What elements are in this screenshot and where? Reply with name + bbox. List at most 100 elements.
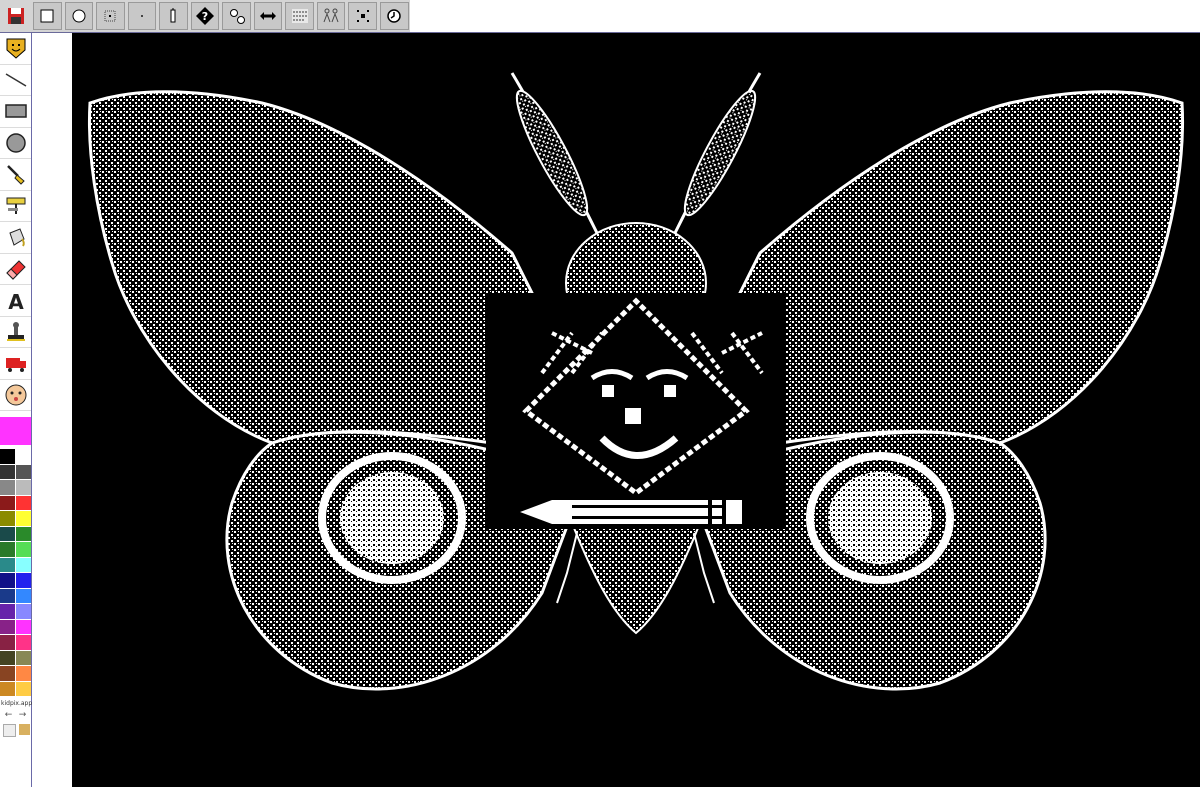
square-icon <box>40 9 54 23</box>
swap-button[interactable] <box>253 2 283 30</box>
option-paint-icon[interactable] <box>19 724 30 735</box>
palette-swatch[interactable] <box>0 619 15 634</box>
dotted-square-button[interactable] <box>96 2 125 30</box>
bug-icon <box>170 8 176 23</box>
paint-bucket-icon <box>8 228 25 247</box>
palette-swatch[interactable] <box>16 542 31 557</box>
moth-drawing <box>88 72 1184 691</box>
rectangle-icon <box>4 104 27 118</box>
palette-swatch[interactable] <box>0 588 15 603</box>
right-forewing <box>718 90 1184 445</box>
palette-swatch[interactable] <box>16 619 31 634</box>
two-circles-icon <box>229 9 245 24</box>
small-dot-icon <box>140 15 143 17</box>
palette-swatch[interactable] <box>16 526 31 541</box>
prev-arrow-button[interactable]: ← <box>3 710 14 721</box>
option-box-icon[interactable] <box>3 724 16 737</box>
app-label: kidpix.app <box>1 700 33 707</box>
save-button[interactable] <box>1 2 30 30</box>
undo-button[interactable] <box>380 2 409 30</box>
palette-swatch[interactable] <box>0 666 15 681</box>
tool-roller[interactable] <box>0 191 31 222</box>
palette-swatch[interactable] <box>16 557 31 572</box>
option-row <box>0 724 31 737</box>
toolbar-spacer <box>410 0 1200 33</box>
two-circles-button[interactable] <box>222 2 251 30</box>
tool-sidebar: A kidpix.app ← → <box>0 33 32 787</box>
eraser-icon <box>5 260 26 280</box>
top-toolbar: ? <box>0 0 410 33</box>
tool-face[interactable] <box>0 380 31 411</box>
left-forewing <box>88 90 554 445</box>
palette-swatch[interactable] <box>0 526 15 541</box>
palette-swatch[interactable] <box>0 557 15 572</box>
palette-swatch[interactable] <box>0 573 15 588</box>
color-palette <box>0 449 31 696</box>
circle-icon <box>5 133 26 153</box>
palette-swatch[interactable] <box>16 666 31 681</box>
drawing-canvas[interactable] <box>72 33 1200 787</box>
palette-swatch[interactable] <box>16 449 31 464</box>
letters-button[interactable] <box>285 2 314 30</box>
palette-swatch[interactable] <box>16 573 31 588</box>
tool-line[interactable] <box>0 65 31 96</box>
palette-swatch[interactable] <box>16 495 31 510</box>
square-stamp-button[interactable] <box>33 2 62 30</box>
palette-swatch[interactable] <box>16 511 31 526</box>
bug-button[interactable] <box>159 2 188 30</box>
palette-swatch[interactable] <box>0 511 15 526</box>
palette-swatch[interactable] <box>16 464 31 479</box>
palette-swatch[interactable] <box>0 681 15 696</box>
question-button[interactable]: ? <box>190 2 220 30</box>
palette-swatch[interactable] <box>16 635 31 650</box>
tool-bucket[interactable] <box>0 222 31 254</box>
sparkle-button[interactable] <box>348 2 378 30</box>
palette-swatch[interactable] <box>16 588 31 603</box>
palette-swatch[interactable] <box>0 604 15 619</box>
svg-text:A: A <box>8 290 24 312</box>
palette-swatch[interactable] <box>16 604 31 619</box>
circle-stamp-button[interactable] <box>64 2 94 30</box>
truck-icon <box>5 358 26 373</box>
people-icon <box>323 8 339 23</box>
tool-stamp-face[interactable] <box>0 33 31 65</box>
paintbrush-icon <box>6 165 25 185</box>
text-icon: A <box>8 290 24 312</box>
undo-clock-icon <box>387 9 402 23</box>
palette-swatch[interactable] <box>0 650 15 665</box>
palette-swatch[interactable] <box>0 495 15 510</box>
tool-paintbrush[interactable] <box>0 159 31 191</box>
tool-truck[interactable] <box>0 348 31 380</box>
small-dot-button[interactable] <box>127 2 157 30</box>
rubber-stamp-icon <box>6 321 25 341</box>
palette-swatch[interactable] <box>16 480 31 495</box>
palette-swatch[interactable] <box>0 464 15 479</box>
floppy-disk-icon <box>7 8 24 24</box>
roller-icon <box>6 197 25 214</box>
palette-swatch[interactable] <box>0 542 15 557</box>
question-icon: ? <box>196 7 214 25</box>
palette-swatch[interactable] <box>16 681 31 696</box>
double-arrow-icon <box>260 12 277 20</box>
palette-swatch[interactable] <box>0 635 15 650</box>
canvas-area <box>32 33 1200 787</box>
palette-swatch[interactable] <box>16 650 31 665</box>
sparkle-icon <box>356 10 369 22</box>
tool-circle[interactable] <box>0 128 31 159</box>
tool-rectangle[interactable] <box>0 96 31 128</box>
palette-swatch[interactable] <box>0 449 15 464</box>
current-color-swatch <box>0 417 31 445</box>
svg-text:?: ? <box>202 10 208 23</box>
kidpix-logo <box>486 293 786 529</box>
tool-eraser[interactable] <box>0 254 31 285</box>
next-arrow-button[interactable]: → <box>17 710 28 721</box>
baby-face-icon <box>5 384 26 406</box>
tool-text[interactable]: A <box>0 285 31 317</box>
letters-icon <box>291 9 308 23</box>
line-icon <box>5 73 26 87</box>
nav-row: ← → <box>0 710 31 721</box>
palette-swatch[interactable] <box>0 480 15 495</box>
tool-stamp[interactable] <box>0 317 31 348</box>
face-stamp-icon <box>6 38 25 59</box>
people-button[interactable] <box>316 2 346 30</box>
